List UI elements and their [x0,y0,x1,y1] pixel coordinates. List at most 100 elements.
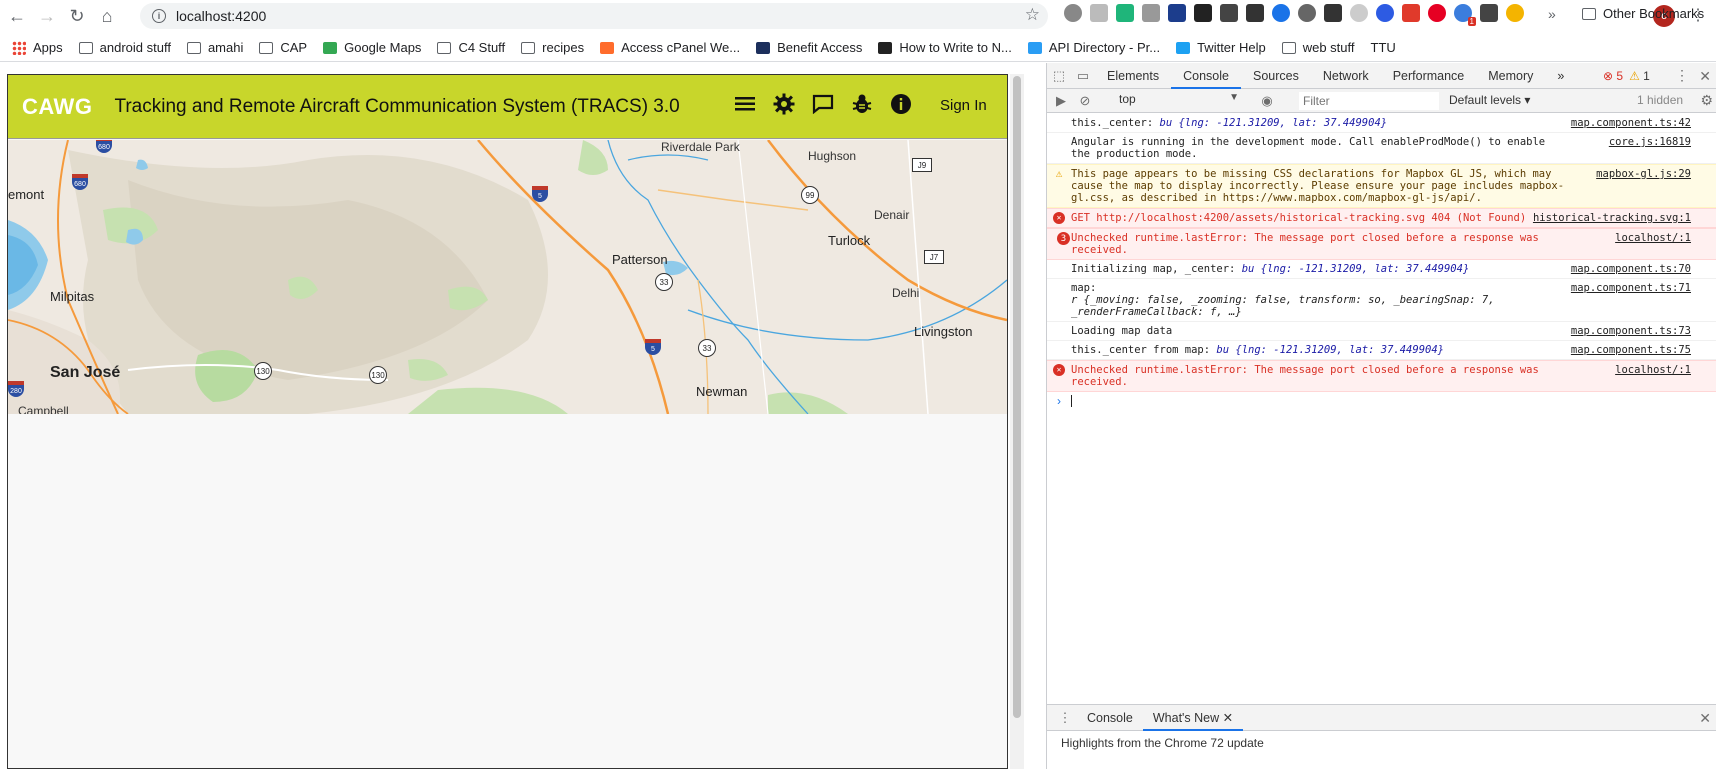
extension-icon[interactable] [1402,4,1420,22]
bookmark-item[interactable]: C4 Stuff [437,40,505,55]
bookmark-item[interactable]: How to Write to N... [878,40,1012,55]
extension-icon[interactable] [1480,4,1498,22]
sidebar-toggle-icon[interactable]: ▶ [1053,93,1069,109]
extension-icon[interactable] [1298,4,1316,22]
gear-icon[interactable] [773,93,795,115]
extension-icon[interactable] [1246,4,1264,22]
site-info-icon[interactable]: i [152,9,166,23]
inspect-element-icon[interactable]: ⬚ [1051,68,1067,84]
extension-icon[interactable] [1506,4,1524,22]
bookmark-item[interactable]: Google Maps [323,40,421,55]
extension-icon[interactable] [1324,4,1342,22]
lock-extension-icon[interactable] [1194,4,1212,22]
reload-icon[interactable]: ↻ [64,3,90,29]
forward-arrow-icon[interactable]: → [34,3,60,29]
console-message[interactable]: Loading map data map.component.ts:73 [1047,322,1716,341]
tab-performance[interactable]: Performance [1381,63,1477,89]
devtools-menu-icon[interactable]: ⋮ [1675,67,1689,84]
console-message[interactable]: ⚠ This page appears to be missing CSS dec… [1047,164,1716,208]
console-message[interactable]: Angular is running in the development mo… [1047,133,1716,164]
console-filter-input[interactable] [1299,92,1439,110]
context-select[interactable]: top ▼ [1119,92,1239,110]
clear-console-icon[interactable]: ⊘ [1077,93,1093,109]
tab-elements[interactable]: Elements [1095,63,1171,89]
bookmark-item[interactable]: Access cPanel We... [600,40,740,55]
more-bookmarks-chevron-icon[interactable]: » [1548,6,1556,22]
source-link[interactable]: map.component.ts:42 [1571,117,1691,129]
extension-icon[interactable] [1168,4,1186,22]
extension-icon[interactable] [1142,4,1160,22]
app-logo[interactable]: CAWG [22,94,92,120]
bookmark-item[interactable]: TTU [1371,40,1396,55]
tab-memory[interactable]: Memory [1476,63,1545,89]
drawer-tab-console[interactable]: Console [1077,705,1143,731]
object-preview[interactable]: bu {lng: -121.31209, lat: 37.449904} [1216,344,1444,356]
issue-counts[interactable]: ⊗ 5 ⚠ 1 [1603,69,1650,83]
extension-icon[interactable] [1090,4,1108,22]
page-scrollbar[interactable] [1010,74,1024,769]
source-link[interactable]: localhost/:1 [1615,232,1691,244]
bookmark-item[interactable]: android stuff [78,40,171,55]
source-link[interactable]: map.component.ts:70 [1571,263,1691,275]
drawer-tab-whats-new[interactable]: What's New ✕ [1142,705,1244,731]
bug-icon[interactable] [851,93,873,115]
source-link[interactable]: map.component.ts:71 [1571,282,1691,294]
extension-icon[interactable] [1116,4,1134,22]
map-view[interactable]: Riverdale Park Hughson Denair Turlock Pa… [8,140,1007,414]
console-settings-gear-icon[interactable]: ⚙ [1700,92,1713,109]
tab-console[interactable]: Console [1171,63,1241,89]
url-text[interactable]: localhost:4200 [176,8,266,24]
extension-icon[interactable]: 1 [1454,4,1476,26]
console-message[interactable]: ✕ Unchecked runtime.lastError: The messag… [1047,360,1716,392]
console-message[interactable]: this._center: bu {lng: -121.31209, lat: … [1047,114,1716,133]
close-tab-icon[interactable]: ✕ [1223,711,1233,725]
extension-icon[interactable] [1272,4,1290,22]
device-toolbar-icon[interactable]: ▭ [1075,68,1091,84]
extension-icon[interactable] [1220,4,1238,22]
sign-in-button[interactable]: Sign In [940,97,987,114]
console-message[interactable]: ✕ GET http://localhost:4200/assets/histor… [1047,208,1716,228]
tab-network[interactable]: Network [1311,63,1381,89]
close-devtools-icon[interactable]: ✕ [1699,68,1711,85]
bookmark-item[interactable]: recipes [521,40,584,55]
console-message[interactable]: Initializing map, _center: bu {lng: -121… [1047,260,1716,279]
bookmark-star-icon[interactable]: ☆ [1025,5,1040,25]
bookmark-item[interactable]: amahi [186,40,243,55]
bookmark-item[interactable]: CAP [259,40,307,55]
hamburger-menu-icon[interactable] [734,93,756,115]
extension-icon[interactable] [1376,4,1394,22]
bookmark-item[interactable]: Twitter Help [1176,40,1266,55]
live-expression-eye-icon[interactable]: ◉ [1259,93,1275,109]
console-message[interactable]: this._center from map: bu {lng: -121.312… [1047,341,1716,360]
extension-icon[interactable] [1064,4,1082,22]
address-bar[interactable]: i localhost:4200 ☆ [140,3,1048,29]
extension-icon[interactable] [1350,4,1368,22]
object-preview[interactable]: bu {lng: -121.31209, lat: 37.449904} [1160,117,1388,129]
console-prompt[interactable]: › [1047,392,1716,410]
source-link[interactable]: localhost/:1 [1615,364,1691,376]
pinterest-icon[interactable] [1428,4,1446,22]
source-link[interactable]: historical-tracking.svg:1 [1532,212,1691,224]
back-arrow-icon[interactable]: ← [4,3,30,29]
info-icon[interactable] [890,93,912,115]
source-link[interactable]: map.component.ts:75 [1571,344,1691,356]
other-bookmarks[interactable]: Other Bookmarks [1582,6,1704,21]
bookmark-item[interactable]: API Directory - Pr... [1027,40,1160,55]
tab-sources[interactable]: Sources [1241,63,1311,89]
console-message[interactable]: map: r {_moving: false, _zooming: false, … [1047,279,1716,322]
source-link[interactable]: map.component.ts:73 [1571,325,1691,337]
more-tabs-chevron-icon[interactable]: » [1545,63,1576,89]
drawer-menu-icon[interactable]: ⋮ [1057,710,1073,726]
bookmark-item[interactable]: Apps [12,40,63,55]
console-message[interactable]: 3 Unchecked runtime.lastError: The messag… [1047,228,1716,260]
source-link[interactable]: core.js:16819 [1609,136,1691,148]
console-output[interactable]: this._center: bu {lng: -121.31209, lat: … [1047,114,1716,704]
home-icon[interactable]: ⌂ [94,3,120,29]
scrollbar-thumb[interactable] [1013,76,1021,718]
source-link[interactable]: mapbox-gl.js:29 [1596,168,1691,180]
bookmark-item[interactable]: web stuff [1281,40,1355,55]
close-drawer-icon[interactable]: ✕ [1699,710,1711,727]
chat-bubble-icon[interactable] [812,93,834,115]
bookmark-item[interactable]: Benefit Access [756,40,862,55]
log-levels-dropdown[interactable]: Default levels ▾ [1449,93,1530,107]
